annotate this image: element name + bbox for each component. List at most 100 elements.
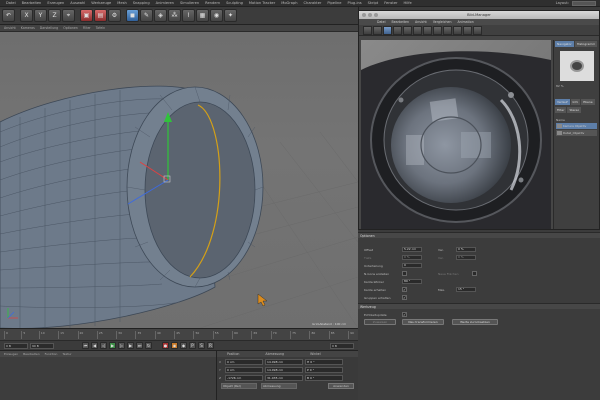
coord-system-icon[interactable]: ⌖ (62, 9, 75, 22)
new-faces-checkbox[interactable] (472, 271, 477, 276)
pen-icon[interactable]: ✎ (140, 9, 153, 22)
channel-alpha-icon[interactable] (453, 25, 462, 35)
menu-item[interactable]: Bearbeiten (22, 1, 42, 5)
fullscreen-icon[interactable] (463, 25, 472, 35)
open-file-icon[interactable] (363, 25, 372, 35)
camera-icon[interactable]: ◉ (210, 9, 223, 22)
tab-history[interactable]: Verlauf (555, 99, 570, 105)
position-y-field[interactable]: 0 cm (225, 366, 263, 373)
history-list-item[interactable]: Kamera Objektiv (556, 123, 597, 129)
end-frame-field[interactable]: 90 B (30, 342, 54, 349)
tab-filter[interactable]: Filter (555, 107, 567, 113)
depth-field[interactable]: 0 % (402, 255, 422, 260)
viewport-menu-item[interactable]: Darstellung (40, 26, 58, 30)
keep-edge-checkbox[interactable]: ✓ (402, 287, 407, 292)
render-view-icon[interactable]: ▣ (80, 9, 93, 22)
channel-g-icon[interactable] (433, 25, 442, 35)
coord-mode-dropdown[interactable]: Objekt (Rel) (221, 383, 257, 389)
menu-item[interactable]: Hilfe (404, 1, 412, 5)
zoom-window-icon[interactable] (374, 13, 378, 17)
rotation-h-field[interactable]: H 0 ° (305, 358, 343, 365)
size-mode-dropdown[interactable]: Abmessung (261, 383, 297, 389)
key-position-icon[interactable]: P (189, 342, 196, 349)
viewport-menu-item[interactable]: Ansicht (4, 26, 16, 30)
size-y-field[interactable]: 14.098 cm (265, 366, 303, 373)
timeline-ruler[interactable]: 0 5 10 15 20 25 30 35 40 45 50 55 60 65 … (0, 328, 358, 340)
tool-section-header[interactable]: Werkzeug (358, 303, 600, 309)
layout-dropdown[interactable] (572, 0, 596, 6)
save-file-icon[interactable] (373, 25, 382, 35)
history-list-item[interactable]: Detail_Objektiv (556, 130, 597, 136)
start-frame-field[interactable]: 0 B (4, 342, 28, 349)
key-scale-icon[interactable]: S (198, 342, 205, 349)
channel-b-icon[interactable] (443, 25, 452, 35)
rendered-image[interactable] (361, 40, 551, 229)
reset-values-button[interactable]: Werte zurücksetzen (452, 319, 498, 325)
pv-menu-item[interactable]: Bearbeiten (392, 20, 410, 24)
close-window-icon[interactable] (362, 13, 366, 17)
position-x-field[interactable]: 0 cm (225, 358, 263, 365)
axis-y-icon[interactable]: Y (34, 9, 47, 22)
tab-layer[interactable]: Ebene (581, 99, 595, 105)
offset-field[interactable]: 5.22 cm (402, 247, 422, 252)
size-x-field[interactable]: 14.098 cm (265, 358, 303, 365)
goto-start-icon[interactable]: ⏮ (82, 342, 89, 349)
render-settings-icon[interactable]: ⚙ (108, 9, 121, 22)
menu-item[interactable]: Datei (6, 1, 16, 5)
viewport-menu-item[interactable]: Kameras (21, 26, 35, 30)
menu-item[interactable]: Sculpting (226, 1, 243, 5)
max-angle-field[interactable]: 15 ° (456, 287, 476, 292)
pv-menu-item[interactable]: Ansicht (415, 20, 427, 24)
axis-x-icon[interactable]: X (20, 9, 33, 22)
menu-item[interactable]: Rendern (205, 1, 220, 5)
undo-icon[interactable]: ↶ (2, 9, 15, 22)
menu-item[interactable]: Pipeline (327, 1, 341, 5)
prev-frame-icon[interactable]: ◁ (100, 342, 107, 349)
size-z-field[interactable]: 31.035 cm (265, 374, 303, 381)
pv-menu-item[interactable]: Vergleichen (433, 20, 452, 24)
navigator-thumbnail[interactable] (560, 51, 594, 81)
picture-viewer-titlebar[interactable]: Bild-Manager (359, 11, 599, 19)
subdivision-field[interactable]: 0 (402, 263, 422, 268)
keep-groups-checkbox[interactable]: ✓ (402, 295, 407, 300)
material-menu-item[interactable]: Textur (62, 352, 71, 356)
rotation-p-field[interactable]: P 0 ° (305, 366, 343, 373)
menu-item[interactable]: Plug-ins (347, 1, 361, 5)
pv-menu-item[interactable]: Datei (377, 20, 386, 24)
rotation-b-field[interactable]: B 0 ° (305, 374, 343, 381)
region-render-icon[interactable] (473, 25, 482, 35)
play-icon[interactable]: ▶ (109, 342, 116, 349)
axis-z-icon[interactable]: Z (48, 9, 61, 22)
subdivision-icon[interactable]: ◈ (154, 9, 167, 22)
ab-compare-icon[interactable] (403, 25, 412, 35)
viewport-menu-item[interactable]: Optionen (63, 26, 78, 30)
menu-item[interactable]: Charakter (304, 1, 322, 5)
menu-item[interactable]: Motion Tracker (249, 1, 275, 5)
menu-item[interactable]: Fenster (384, 1, 397, 5)
menu-item[interactable]: Skript (368, 1, 379, 5)
menu-item[interactable]: MoGraph (281, 1, 297, 5)
next-key-icon[interactable]: ▶ (127, 342, 134, 349)
position-z-field[interactable]: -1726 cm (225, 374, 263, 381)
viewport-menu-item[interactable]: Tafeln (96, 26, 105, 30)
render-icon[interactable] (383, 25, 392, 35)
realtime-update-checkbox[interactable]: ✓ (402, 312, 407, 317)
swap-icon[interactable] (413, 25, 422, 35)
assign-button[interactable]: Zuweisen (364, 319, 396, 325)
current-frame-field[interactable]: 0 B (330, 342, 354, 349)
deformer-icon[interactable]: ⌇ (182, 9, 195, 22)
record-icon[interactable]: ● (162, 342, 169, 349)
channel-r-icon[interactable] (423, 25, 432, 35)
loop-icon[interactable]: ↻ (145, 342, 152, 349)
material-menu-item[interactable]: Funktion (45, 352, 58, 356)
pv-menu-item[interactable]: Animation (457, 20, 473, 24)
menu-item[interactable]: Erzeugen (47, 1, 64, 5)
material-menu-item[interactable]: Bearbeiten (23, 352, 39, 356)
menu-item[interactable]: Simulieren (180, 1, 199, 5)
light-icon[interactable]: ✦ (224, 9, 237, 22)
tab-stereo[interactable]: Stereo (567, 107, 582, 113)
cube-icon[interactable]: ◼ (126, 9, 139, 22)
scene-icon[interactable]: ▦ (196, 9, 209, 22)
menu-item[interactable]: Animieren (156, 1, 174, 5)
stop-render-icon[interactable] (393, 25, 402, 35)
